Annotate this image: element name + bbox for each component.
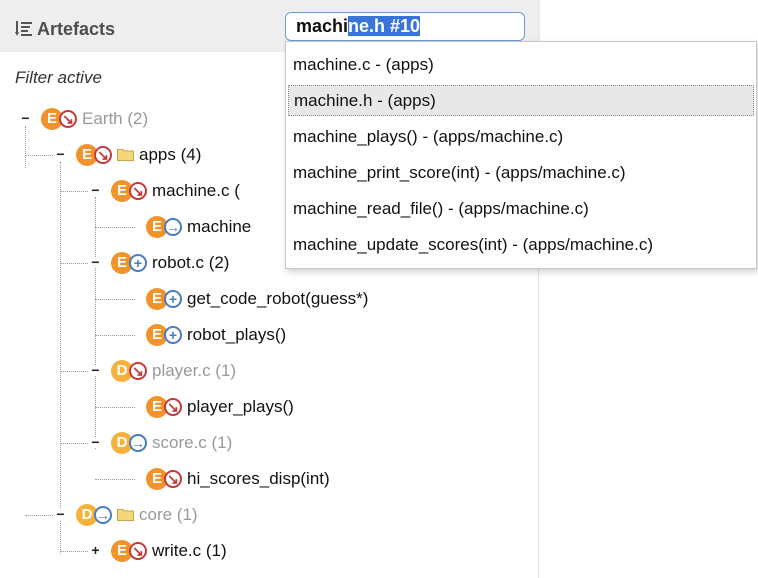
collapse-toggle-icon[interactable]: −	[90, 363, 101, 377]
folder-icon	[117, 509, 134, 521]
autocomplete-option[interactable]: machine_read_file() - (apps/machine.c)	[288, 193, 754, 224]
status-stable-icon: →	[164, 218, 182, 236]
status-declining-icon: ↘	[164, 470, 182, 488]
status-stable-icon: →	[94, 506, 112, 524]
status-declining-icon: ↘	[129, 182, 147, 200]
collapse-toggle-icon[interactable]: −	[90, 255, 101, 269]
status-declining-icon: ↘	[94, 146, 112, 164]
sort-icon[interactable]	[15, 21, 33, 37]
search-input[interactable]: machine.h #10	[285, 12, 525, 41]
search-autocomplete-text: ne.h #10	[348, 16, 421, 36]
autocomplete-dropdown: machine.c - (apps) machine.h - (apps) ma…	[285, 41, 757, 269]
status-new-icon: +	[129, 254, 147, 272]
panel-title: Artefacts	[37, 19, 116, 39]
status-declining-icon: ↘	[129, 362, 147, 380]
collapse-toggle-icon[interactable]: −	[55, 507, 66, 521]
tree-node-label[interactable]: core (1)	[139, 505, 198, 525]
autocomplete-option[interactable]: machine.c - (apps)	[288, 49, 754, 80]
filter-status: Filter active	[15, 68, 102, 87]
tree-node-label[interactable]: robot_plays()	[187, 325, 286, 345]
autocomplete-option-selected[interactable]: machine.h - (apps)	[288, 85, 754, 116]
collapse-toggle-icon[interactable]: −	[20, 111, 31, 125]
tree-node-label[interactable]: hi_scores_disp(int)	[187, 469, 330, 489]
tree-node-label[interactable]: score.c (1)	[152, 433, 232, 453]
collapse-toggle-icon[interactable]: −	[90, 435, 101, 449]
autocomplete-option[interactable]: machine_plays() - (apps/machine.c)	[288, 121, 754, 152]
status-new-icon: +	[164, 290, 182, 308]
autocomplete-option[interactable]: machine_print_score(int) - (apps/machine…	[288, 157, 754, 188]
collapse-toggle-icon[interactable]: −	[55, 147, 66, 161]
folder-icon	[117, 149, 134, 161]
tree-node-label[interactable]: machine	[187, 217, 251, 237]
tree-node-label[interactable]: player.c (1)	[152, 361, 236, 381]
tree-node-label[interactable]: apps (4)	[139, 145, 201, 165]
status-new-icon: +	[164, 326, 182, 344]
collapse-toggle-icon[interactable]: −	[90, 183, 101, 197]
search-typed-text: machi	[296, 16, 349, 36]
tree-node-label[interactable]: write.c (1)	[152, 541, 227, 561]
tree-node-label[interactable]: Earth (2)	[82, 109, 148, 129]
tree-node-label[interactable]: player_plays()	[187, 397, 294, 417]
tree-node-label[interactable]: get_code_robot(guess*)	[187, 289, 368, 309]
tree-node-label[interactable]: robot.c (2)	[152, 253, 229, 273]
expand-toggle-icon[interactable]: +	[90, 543, 101, 557]
status-declining-icon: ↘	[129, 542, 147, 560]
tree-node-label[interactable]: machine.c (	[152, 181, 240, 201]
status-declining-icon: ↘	[59, 110, 77, 128]
status-stable-icon: →	[129, 434, 147, 452]
autocomplete-option[interactable]: machine_update_scores(int) - (apps/machi…	[288, 229, 754, 260]
status-declining-icon: ↘	[164, 398, 182, 416]
